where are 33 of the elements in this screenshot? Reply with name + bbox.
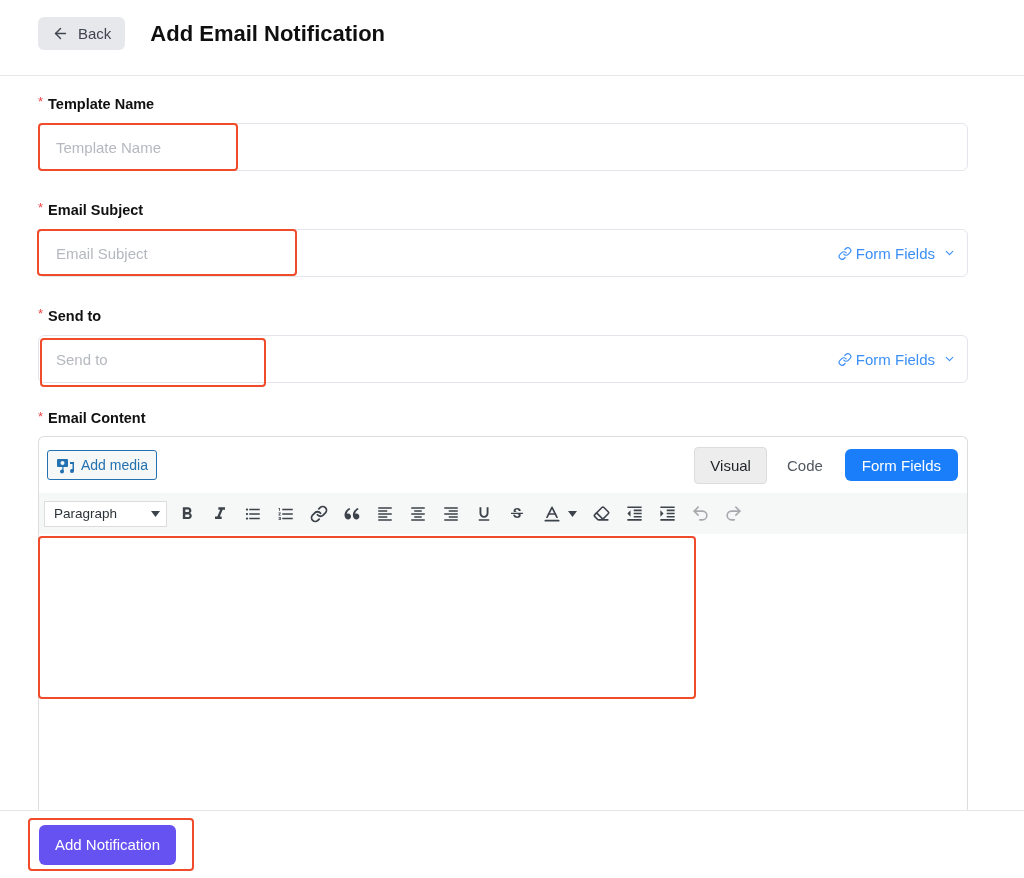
link-icon [837,246,852,260]
form-fields-button[interactable]: Form Fields [844,449,958,481]
form-fields-dropdown[interactable]: Form Fields [837,244,956,262]
editor-tab[interactable]: Visual [694,446,767,484]
link-icon [837,352,852,366]
required-mark: * [38,410,44,424]
add-notification-button[interactable]: Add Notification [39,824,177,865]
align-left-icon [375,504,394,523]
outdent-icon [625,504,644,523]
back-button[interactable]: Back [38,17,126,50]
field-label: Email Subject [48,202,144,218]
page-title: Add Email Notification [150,20,386,47]
indent-icon [658,504,677,523]
undo-icon [691,504,710,523]
add-media-button[interactable]: Add media [47,450,157,480]
format-select[interactable]: Paragraph [44,500,167,527]
link-icon [309,504,328,523]
required-mark: * [38,95,44,109]
input-field[interactable]: Template Name [38,123,968,171]
field-label: Template Name [48,96,155,112]
field-label: Send to [48,308,102,324]
redo-icon [724,504,743,523]
align-center-icon [408,504,427,523]
media-icon [57,456,75,474]
eraser-icon [593,505,610,522]
caret-icon [567,510,577,517]
required-mark: * [38,307,44,321]
editor-tab[interactable]: Code [770,446,839,484]
align-right-icon [441,504,460,523]
caret-icon [151,510,160,517]
field-label: Email Content [48,410,146,426]
required-mark: * [38,201,44,215]
form-fields-dropdown[interactable]: Form Fields [837,350,956,368]
